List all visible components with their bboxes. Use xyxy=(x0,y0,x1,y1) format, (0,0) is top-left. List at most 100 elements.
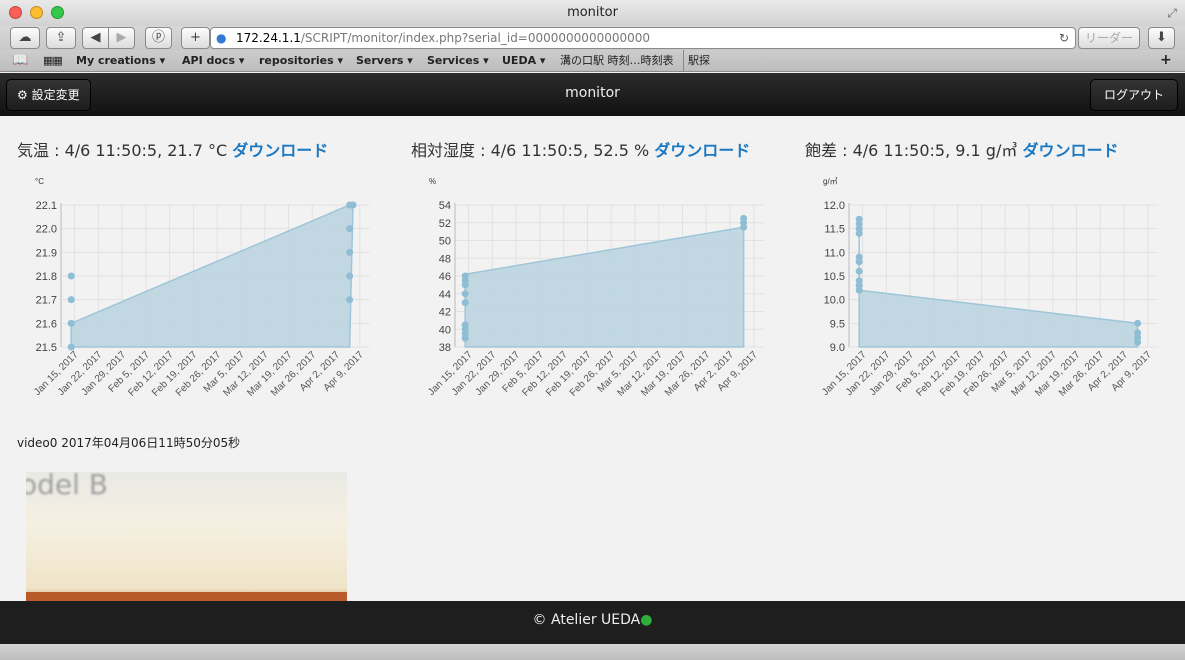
close-window-button[interactable] xyxy=(9,6,22,19)
reading-list-icon[interactable]: 📖 xyxy=(12,50,28,71)
url-host: 172.24.1.1 xyxy=(236,31,301,45)
top-sites-icon[interactable]: ▦▦ xyxy=(43,50,63,71)
data-point xyxy=(346,248,354,256)
fullscreen-icon[interactable]: ⤢ xyxy=(1167,0,1177,26)
data-point xyxy=(855,215,863,223)
data-point xyxy=(67,296,75,304)
y-tick-label: 9.0 xyxy=(830,342,845,354)
camera-image: odel B xyxy=(26,472,347,601)
y-tick-label: 22.1 xyxy=(36,200,57,212)
humidity-download-link[interactable]: ダウンロード xyxy=(654,141,750,160)
minimize-window-button[interactable] xyxy=(30,6,43,19)
y-tick-label: 10.5 xyxy=(824,271,845,283)
add-bookmark-icon[interactable]: + xyxy=(1160,50,1172,71)
humidity-chart: %384042444648505254Jan 15, 2017Jan 22, 2… xyxy=(426,177,764,399)
data-point xyxy=(346,296,354,304)
y-tick-label: 21.7 xyxy=(36,295,57,307)
downloads-button[interactable]: ⬇ xyxy=(1148,27,1175,49)
data-point xyxy=(67,272,75,280)
download-icon: ⬇ xyxy=(1156,30,1167,45)
footer-text: © Atelier UEDA xyxy=(532,612,641,628)
forward-button[interactable]: ▶ xyxy=(108,27,135,49)
icloud-button[interactable]: ☁ xyxy=(10,27,40,49)
navbar-title: monitor xyxy=(565,85,620,101)
data-point xyxy=(461,272,469,280)
y-axis-unit-label: % xyxy=(429,177,436,186)
y-tick-label: 21.6 xyxy=(36,318,57,330)
y-tick-label: 44 xyxy=(439,289,451,301)
bookmark-timetable[interactable]: 溝の口駅 時刻…時刻表 xyxy=(560,50,674,71)
saturation-deficit-download-link[interactable]: ダウンロード xyxy=(1022,141,1118,160)
data-point xyxy=(1134,319,1142,327)
y-tick-label: 46 xyxy=(439,271,451,283)
video-timestamp: video0 2017年04月06日11時50分05秒 xyxy=(17,436,241,450)
panel-heading: 相対湿度 : 4/6 11:50:5, 52.5 % ダウンロード xyxy=(411,137,791,161)
new-tab-button[interactable]: + xyxy=(181,27,210,49)
plus-icon: + xyxy=(190,30,201,45)
back-arrow-icon: ◀ xyxy=(90,30,101,45)
reader-button[interactable]: リーダー xyxy=(1078,27,1140,49)
y-tick-label: 52 xyxy=(439,218,451,230)
data-point xyxy=(346,225,354,233)
frog-icon: ● xyxy=(640,612,653,628)
bookmark-servers[interactable]: Servers ▾ xyxy=(356,50,413,71)
address-bar[interactable]: ● 172.24.1.1/SCRIPT/monitor/index.php?se… xyxy=(210,27,1076,49)
panel-heading: 気温 : 4/6 11:50:5, 21.7 °C ダウンロード xyxy=(17,137,397,161)
y-tick-label: 54 xyxy=(439,200,451,212)
y-axis-unit-label: °C xyxy=(35,177,44,186)
pinterest-button[interactable]: ⓟ xyxy=(145,27,172,49)
video-bottom-strip xyxy=(26,592,347,601)
temperature-download-link[interactable]: ダウンロード xyxy=(232,141,328,160)
y-tick-label: 48 xyxy=(439,253,451,265)
globe-icon: ● xyxy=(216,31,227,45)
y-tick-label: 12.0 xyxy=(824,200,845,212)
bookmark-ekitan[interactable]: 駅探 xyxy=(683,50,710,71)
y-tick-label: 9.5 xyxy=(830,318,845,330)
bookmark-repositories[interactable]: repositories ▾ xyxy=(259,50,343,71)
data-point xyxy=(855,267,863,275)
data-point xyxy=(461,299,469,307)
temperature-panel: 気温 : 4/6 11:50:5, 21.7 °C ダウンロード °C 21.5 2… xyxy=(17,137,397,427)
y-tick-label: 42 xyxy=(439,307,451,319)
bookmark-api-docs[interactable]: API docs ▾ xyxy=(182,50,244,71)
series-area xyxy=(858,219,1139,348)
saturation-deficit-reading: 飽差 : 4/6 11:50:5, 9.1 g/㎥ xyxy=(805,141,1018,160)
pin-icon: ⓟ xyxy=(151,30,165,45)
data-point xyxy=(461,290,469,298)
data-point xyxy=(1134,329,1142,337)
logout-button[interactable]: ログアウト xyxy=(1090,79,1178,111)
video-overlay-text: odel B xyxy=(26,472,109,501)
zoom-window-button[interactable] xyxy=(51,6,64,19)
panel-heading: 飽差 : 4/6 11:50:5, 9.1 g/㎥ ダウンロード xyxy=(805,137,1185,161)
footer: © Atelier UEDA● xyxy=(0,601,1185,644)
title-bar: monitor ⤢ xyxy=(0,0,1185,26)
reload-icon[interactable]: ↻ xyxy=(1059,28,1069,48)
temperature-reading: 気温 : 4/6 11:50:5, 21.7 °C xyxy=(17,141,228,160)
share-button[interactable]: ⇪ xyxy=(46,27,76,49)
logout-label: ログアウト xyxy=(1103,88,1164,102)
humidity-reading: 相対湿度 : 4/6 11:50:5, 52.5 % xyxy=(411,141,650,160)
cloud-icon: ☁ xyxy=(18,30,32,45)
browser-window: monitor ⤢ ☁ ⇪ ◀ ▶ ⓟ + ● 172.24.1.1/SCRIP… xyxy=(0,0,1185,660)
data-point xyxy=(67,319,75,327)
data-point xyxy=(855,277,863,285)
app-navbar: ⚙ 設定変更 monitor ログアウト xyxy=(0,73,1185,116)
y-tick-label: 38 xyxy=(439,342,451,354)
data-point xyxy=(461,321,469,329)
saturation-deficit-chart: g/㎥9.09.510.010.511.011.512.0Jan 15, 201… xyxy=(820,177,1158,399)
data-point xyxy=(67,343,75,351)
temperature-chart: °C21.521.621.721.821.922.022.1Jan 15, 20… xyxy=(32,177,370,399)
y-tick-label: 22.0 xyxy=(36,224,57,236)
back-button[interactable]: ◀ xyxy=(82,27,109,49)
bookmark-my-creations[interactable]: My creations ▾ xyxy=(76,50,165,71)
bookmark-services[interactable]: Services ▾ xyxy=(427,50,489,71)
y-tick-label: 40 xyxy=(439,324,451,336)
bookmark-ueda[interactable]: UEDA ▾ xyxy=(502,50,545,71)
y-tick-label: 21.9 xyxy=(36,247,57,259)
data-point xyxy=(349,201,357,209)
data-point xyxy=(346,272,354,280)
browser-toolbar: ☁ ⇪ ◀ ▶ ⓟ + ● 172.24.1.1/SCRIPT/monitor/… xyxy=(0,26,1185,50)
y-axis-unit-label: g/㎥ xyxy=(823,177,838,186)
y-tick-label: 50 xyxy=(439,236,451,248)
saturation-deficit-panel: 飽差 : 4/6 11:50:5, 9.1 g/㎥ ダウンロード g/㎥ 9.0 9… xyxy=(805,137,1185,427)
